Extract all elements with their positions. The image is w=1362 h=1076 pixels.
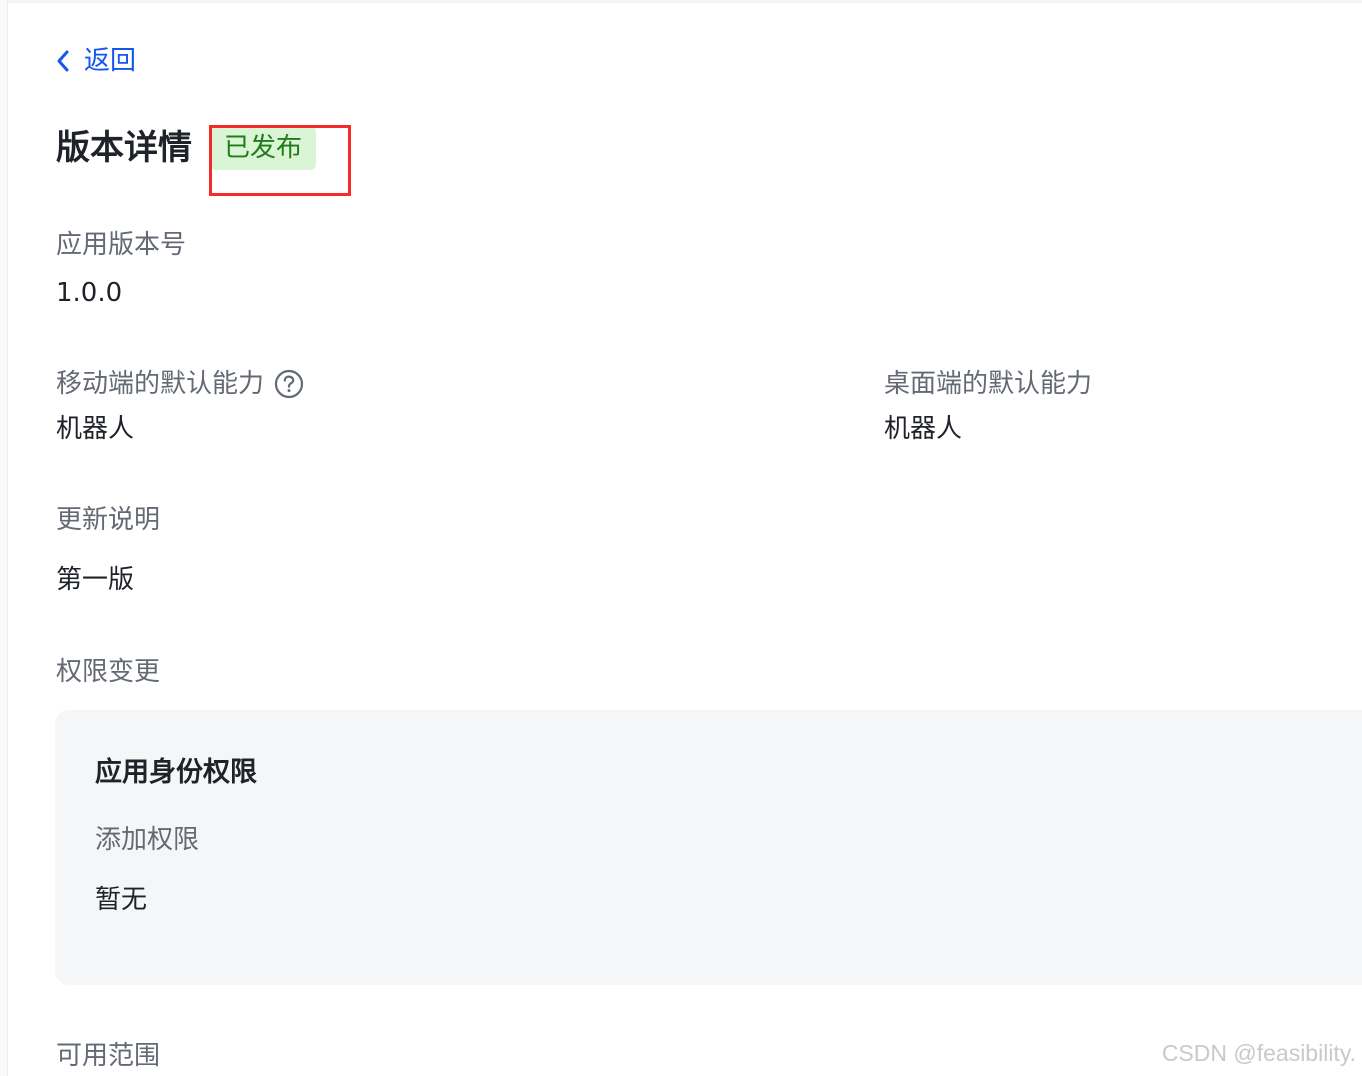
question-circle-icon[interactable] [274,369,304,399]
desktop-default-label: 桌面端的默认能力 [884,369,1093,399]
back-label: 返回 [84,46,137,76]
added-permissions-label: 添加权限 [95,825,200,855]
added-permissions-value: 暂无 [95,885,148,915]
mobile-default-value: 机器人 [56,414,135,444]
status-badge: 已发布 [210,126,317,170]
title-row: 版本详情 已发布 [56,124,317,172]
page-title: 版本详情 [56,128,192,168]
chevron-left-icon [57,50,69,72]
mobile-default-label: 移动端的默认能力 [56,366,304,402]
version-value: 1.0.0 [56,278,123,308]
permission-changes-label: 权限变更 [56,657,161,687]
desktop-default-value: 机器人 [884,414,963,444]
availability-label: 可用范围 [56,1041,161,1071]
update-notes-value: 第一版 [56,565,135,595]
back-button[interactable]: 返回 [56,44,136,78]
update-notes-label: 更新说明 [56,505,161,535]
version-label: 应用版本号 [56,230,187,260]
permission-card: 应用身份权限 添加权限 暂无 [55,710,1362,985]
top-edge-divider [0,0,1362,3]
left-edge-divider [0,0,8,1076]
mobile-default-label-text: 移动端的默认能力 [56,369,265,399]
permission-card-title: 应用身份权限 [95,757,257,788]
version-detail-page: 返回 版本详情 已发布 应用版本号 1.0.0 移动端的默认能力 机器人 桌面端… [0,0,1362,1076]
watermark: CSDN @feasibility. [1161,1040,1356,1066]
